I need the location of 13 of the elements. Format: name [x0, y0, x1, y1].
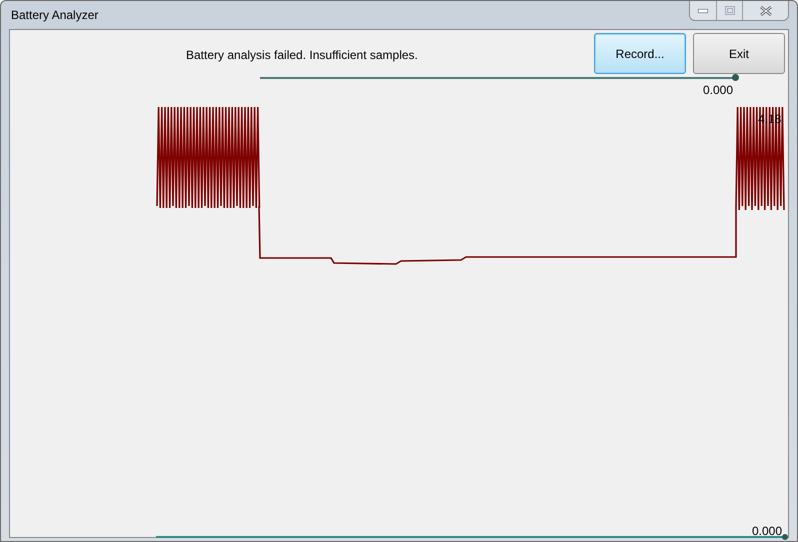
- maximize-icon: [724, 6, 734, 15]
- exit-button[interactable]: Exit: [693, 33, 785, 74]
- minimize-icon: [698, 8, 708, 12]
- slider-reading: 0.000: [752, 523, 782, 540]
- close-icon: [760, 6, 772, 16]
- slider-thumb[interactable]: [732, 74, 739, 81]
- slider-thumb[interactable]: [782, 534, 788, 540]
- window-title: Battery Analyzer: [11, 7, 98, 24]
- slider-reading: 0.000: [703, 82, 734, 99]
- close-button[interactable]: [743, 1, 788, 20]
- minimize-button[interactable]: [690, 1, 717, 20]
- status-message: Battery analysis failed. Insufficient samples.: [186, 47, 418, 64]
- record-button[interactable]: Record...: [594, 33, 686, 74]
